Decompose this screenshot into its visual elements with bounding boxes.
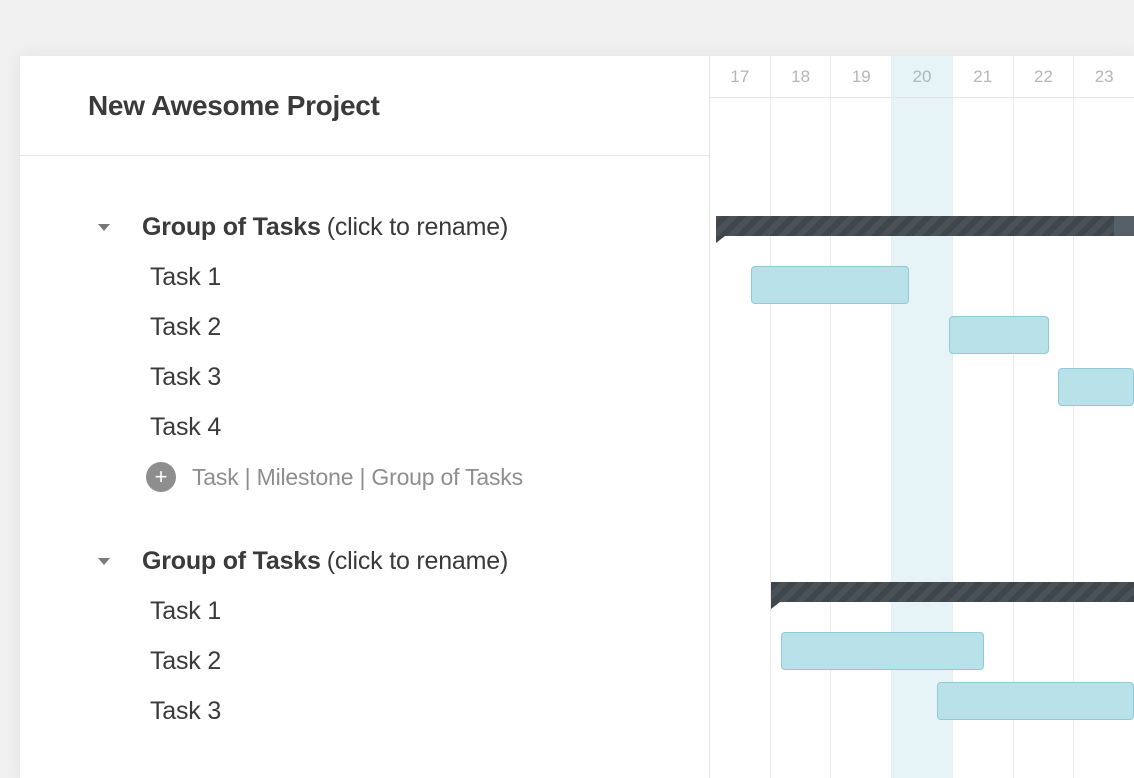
task-row[interactable]: Task 2 <box>20 636 709 686</box>
task-row[interactable]: Task 4 <box>20 402 709 452</box>
task-label[interactable]: Task 1 <box>150 597 221 626</box>
gantt-bars-container <box>710 98 1134 778</box>
task-label[interactable]: Task 3 <box>150 697 221 726</box>
gantt-task-bar[interactable] <box>781 632 983 670</box>
add-item-row[interactable]: + Task | Milestone | Group of Tasks <box>20 452 709 502</box>
timeline-day-cell[interactable]: 22 <box>1014 56 1075 97</box>
timeline-day-cell[interactable]: 19 <box>831 56 892 97</box>
task-label[interactable]: Task 1 <box>150 263 221 292</box>
task-row[interactable]: Task 2 <box>20 302 709 352</box>
task-row[interactable]: Task 3 <box>20 352 709 402</box>
group-rename-hint: (click to rename) <box>327 213 508 242</box>
task-label[interactable]: Task 2 <box>150 647 221 676</box>
project-title[interactable]: New Awesome Project <box>88 90 380 122</box>
gantt-task-bar[interactable] <box>949 316 1049 354</box>
task-group-row[interactable]: Group of Tasks (click to rename) <box>20 202 709 252</box>
group-rename-hint: (click to rename) <box>327 547 508 576</box>
task-label[interactable]: Task 3 <box>150 363 221 392</box>
gantt-task-bar[interactable] <box>937 682 1134 720</box>
task-row[interactable]: Task 1 <box>20 586 709 636</box>
task-label[interactable]: Task 4 <box>150 413 221 442</box>
add-item-hint: Task | Milestone | Group of Tasks <box>192 464 523 491</box>
group-label[interactable]: Group of Tasks <box>142 547 321 576</box>
task-row[interactable]: Task 1 <box>20 252 709 302</box>
gantt-task-bar[interactable] <box>1058 368 1134 406</box>
timeline-day-cell[interactable]: 17 <box>710 56 771 97</box>
timeline-day-cell[interactable]: 18 <box>771 56 832 97</box>
plus-icon[interactable]: + <box>146 462 176 492</box>
project-header: New Awesome Project <box>20 56 709 156</box>
gantt-group-bar-endcap <box>1114 216 1134 236</box>
task-list: Group of Tasks (click to rename) Task 1 … <box>20 156 709 736</box>
gantt-group-bar[interactable] <box>716 216 1134 236</box>
timeline-day-cell[interactable]: 21 <box>953 56 1014 97</box>
timeline-day-cell[interactable]: 20 <box>892 56 953 97</box>
task-group-row[interactable]: Group of Tasks (click to rename) <box>20 536 709 586</box>
left-panel: New Awesome Project Group of Tasks (clic… <box>20 56 710 778</box>
gantt-group-bar[interactable] <box>771 582 1134 602</box>
app-window: New Awesome Project Group of Tasks (clic… <box>20 56 1134 778</box>
timeline-day-cell[interactable]: 23 <box>1074 56 1134 97</box>
task-row[interactable]: Task 3 <box>20 686 709 736</box>
timeline-panel: 17181920212223 <box>710 56 1134 778</box>
chevron-down-icon[interactable] <box>98 558 110 565</box>
gantt-task-bar[interactable] <box>751 266 908 304</box>
group-label[interactable]: Group of Tasks <box>142 213 321 242</box>
chevron-down-icon[interactable] <box>98 224 110 231</box>
task-label[interactable]: Task 2 <box>150 313 221 342</box>
timeline-body[interactable] <box>710 98 1134 778</box>
group-spacer <box>20 502 709 536</box>
timeline-header: 17181920212223 <box>710 56 1134 98</box>
